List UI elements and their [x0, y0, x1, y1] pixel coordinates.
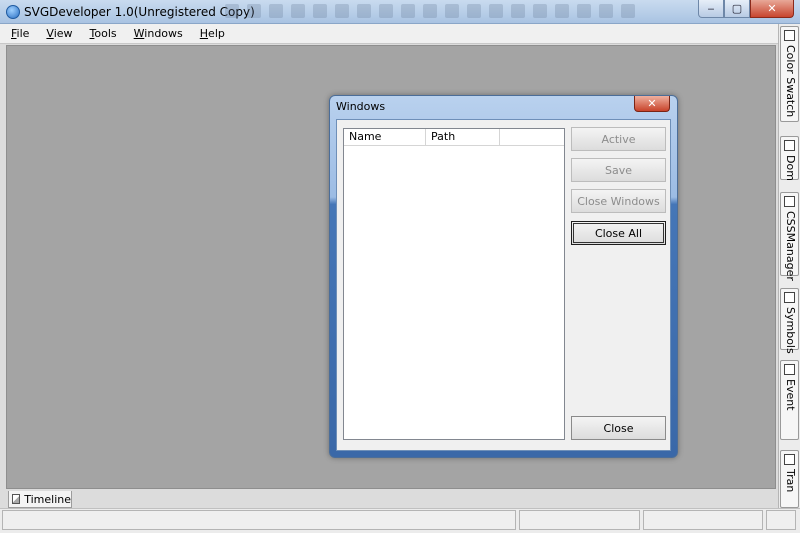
- close-button[interactable]: Close: [571, 416, 666, 440]
- dock-tab-label: CSSManager: [784, 211, 797, 281]
- timeline-tab-label: Timeline: [24, 492, 71, 506]
- ghost-icon: [621, 4, 635, 18]
- status-pane: [519, 510, 640, 530]
- dock-tab-symbols[interactable]: Symbols: [780, 288, 799, 354]
- ghost-icon: [269, 4, 283, 18]
- timeline-tab[interactable]: Timeline: [8, 491, 72, 508]
- menu-tools[interactable]: Tools: [87, 25, 120, 42]
- window-title: SVGDeveloper 1.0(Unregistered Copy): [24, 5, 255, 19]
- ghost-icon: [423, 4, 437, 18]
- ghost-icon: [335, 4, 349, 18]
- event-icon: [784, 364, 795, 375]
- dock-tab-label: Dom: [784, 155, 797, 181]
- ghost-icon: [291, 4, 305, 18]
- ghost-icon: [225, 4, 239, 18]
- dock-tab-label: Tran: [784, 469, 797, 493]
- menu-view[interactable]: View: [43, 25, 75, 42]
- timeline-icon: [12, 494, 21, 504]
- ghost-icon: [379, 4, 393, 18]
- dialog-title: Windows: [336, 100, 386, 113]
- dom-icon: [784, 140, 795, 151]
- save-button[interactable]: Save: [571, 158, 666, 182]
- symbols-icon: [784, 292, 795, 303]
- color-swatch-icon: [784, 30, 795, 41]
- toolbar-ghost-icons: [225, 4, 635, 20]
- dock-tab-event[interactable]: Event: [780, 360, 799, 440]
- minimize-button[interactable]: ‒: [698, 0, 724, 18]
- app-titlebar: SVGDeveloper 1.0(Unregistered Copy) ‒ ▢ …: [0, 0, 800, 24]
- ghost-icon: [555, 4, 569, 18]
- ghost-icon: [533, 4, 547, 18]
- maximize-button[interactable]: ▢: [724, 0, 750, 18]
- dock-tab-label: Color Swatch: [784, 45, 797, 118]
- window-controls: ‒ ▢ ✕: [698, 0, 794, 18]
- dialog-body: Name Path Active Save Close Windows Clos…: [336, 119, 671, 451]
- menu-help[interactable]: Help: [197, 25, 228, 42]
- right-dock: Color Swatch Dom CSSManager Symbols Even…: [778, 24, 800, 509]
- ghost-icon: [577, 4, 591, 18]
- active-button[interactable]: Active: [571, 127, 666, 151]
- ghost-icon: [445, 4, 459, 18]
- close-windows-button[interactable]: Close Windows: [571, 189, 666, 213]
- app-logo-icon: [6, 5, 20, 19]
- css-manager-icon: [784, 196, 795, 207]
- dock-tab-css-manager[interactable]: CSSManager: [780, 192, 799, 281]
- ghost-icon: [357, 4, 371, 18]
- column-header-name[interactable]: Name: [344, 129, 426, 146]
- windows-list[interactable]: Name Path: [343, 128, 565, 440]
- column-header-path[interactable]: Path: [426, 129, 500, 146]
- transform-icon: [784, 454, 795, 465]
- menu-bar: File View Tools Windows Help: [0, 24, 778, 44]
- dock-tab-transform[interactable]: Tran: [780, 450, 799, 508]
- close-window-button[interactable]: ✕: [750, 0, 794, 18]
- status-bar: [0, 508, 800, 533]
- list-header: Name Path: [344, 129, 564, 146]
- close-all-button[interactable]: Close All: [571, 221, 666, 245]
- dock-tab-label: Symbols: [784, 307, 797, 354]
- status-pane: [643, 510, 763, 530]
- dock-tab-color-swatch[interactable]: Color Swatch: [780, 26, 799, 122]
- ghost-icon: [467, 4, 481, 18]
- dock-tab-dom[interactable]: Dom: [780, 136, 799, 181]
- ghost-icon: [247, 4, 261, 18]
- menu-file[interactable]: File: [8, 25, 32, 42]
- ghost-icon: [401, 4, 415, 18]
- status-pane-main: [2, 510, 516, 530]
- windows-dialog: Windows ✕ Name Path Active Save Close Wi…: [329, 95, 678, 458]
- dock-tab-label: Event: [784, 379, 797, 411]
- ghost-icon: [599, 4, 613, 18]
- menu-windows[interactable]: Windows: [131, 25, 186, 42]
- status-pane: [766, 510, 796, 530]
- ghost-icon: [511, 4, 525, 18]
- ghost-icon: [313, 4, 327, 18]
- dialog-close-icon[interactable]: ✕: [634, 96, 670, 112]
- column-header-empty[interactable]: [500, 129, 564, 146]
- ghost-icon: [489, 4, 503, 18]
